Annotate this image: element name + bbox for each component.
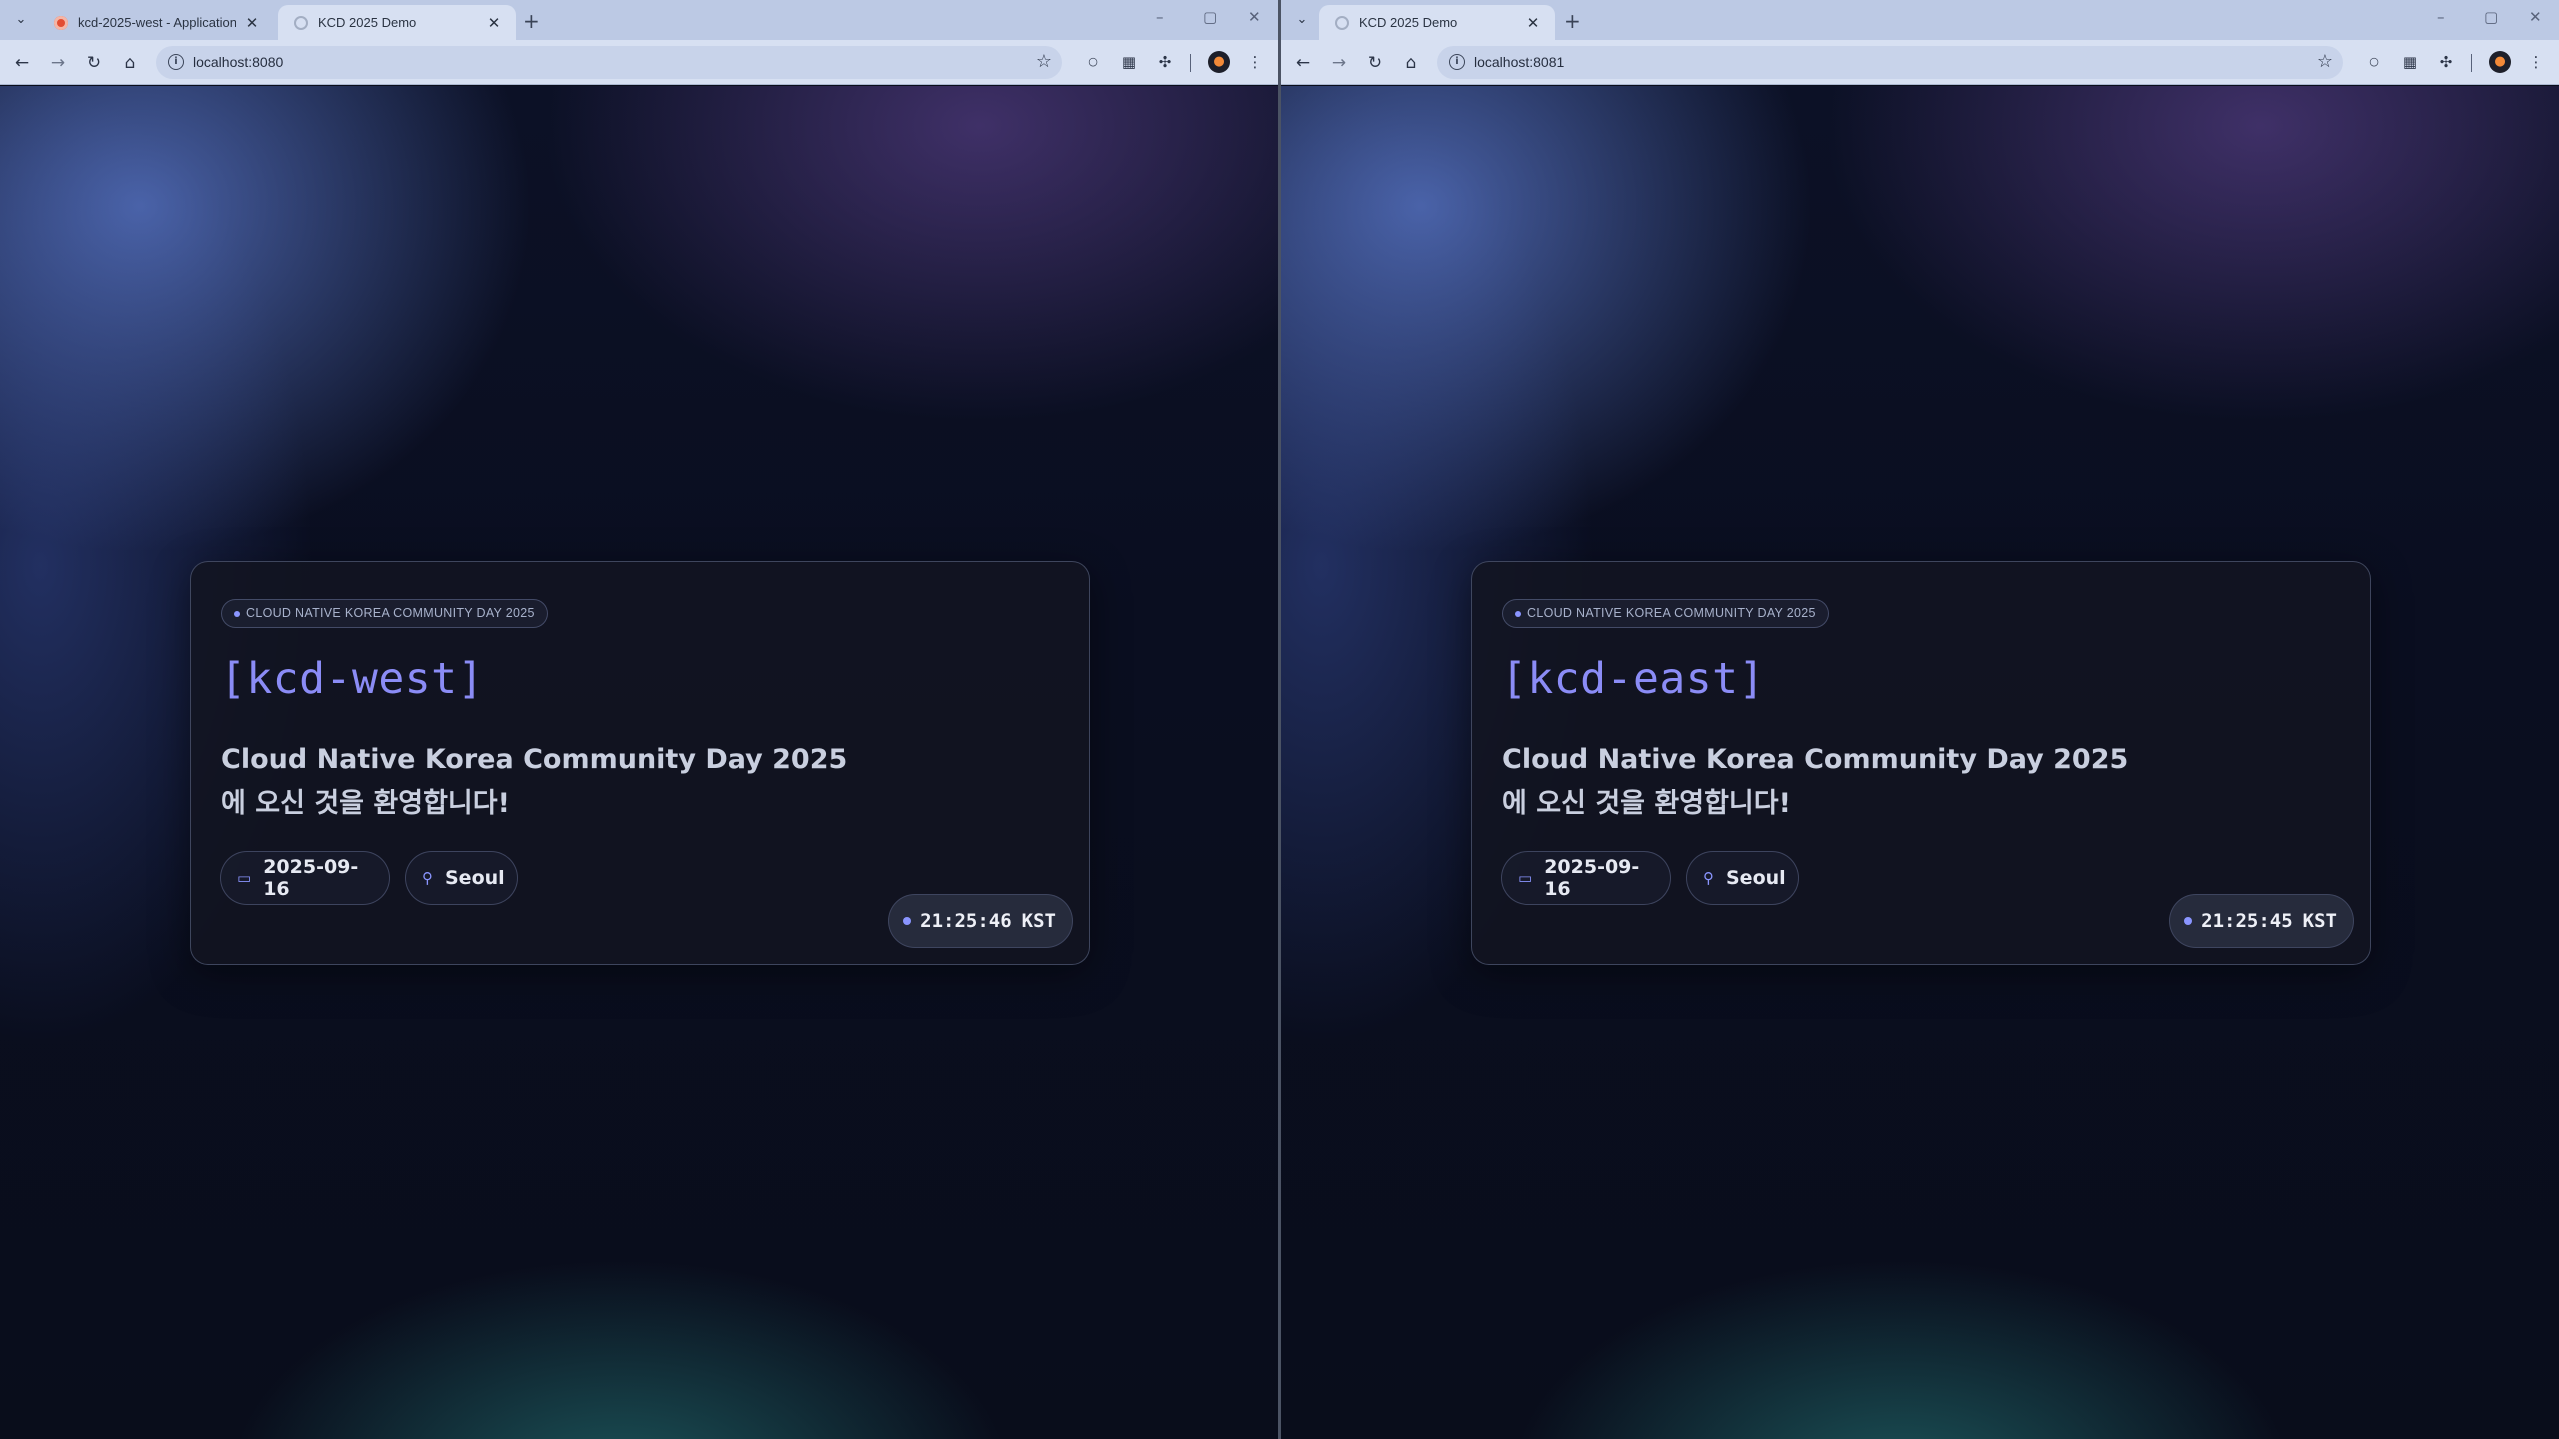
clock-status-dot: [2184, 917, 2193, 925]
profile-avatar-icon[interactable]: ●: [2489, 51, 2511, 73]
calendar-icon: ▭: [237, 869, 252, 887]
new-tab-button[interactable]: +: [523, 9, 540, 33]
date-pill: ▭ 2025-09-16: [1501, 851, 1671, 905]
extensions-puzzle-icon[interactable]: ✣: [2435, 51, 2457, 73]
menu-icon[interactable]: ⋮: [1244, 51, 1266, 73]
close-tab-icon[interactable]: ✕: [486, 14, 502, 32]
url-text: localhost:8080: [193, 54, 284, 70]
close-window-icon[interactable]: ✕: [2529, 8, 2542, 26]
event-badge: CLOUD NATIVE KOREA COMMUNITY DAY 2025: [221, 599, 548, 628]
badge-label: CLOUD NATIVE KOREA COMMUNITY DAY 2025: [1527, 606, 1816, 620]
welcome-message: Cloud Native Korea Community Day 2025 에 …: [221, 738, 981, 826]
tab-strip: ⌄ kcd-2025-west - Application D ✕ KCD 20…: [0, 0, 1278, 40]
bookmark-star-icon[interactable]: ☆: [2317, 51, 2333, 72]
page-viewport: CLOUD NATIVE KOREA COMMUNITY DAY 2025 [k…: [1281, 86, 2559, 1439]
tab-kcd-demo[interactable]: KCD 2025 Demo ✕: [278, 5, 516, 40]
toolbar: ← → ↻ ⌂ i localhost:8080 ☆ ○ ▦ ✣ ● ⋮: [0, 40, 1278, 85]
event-location: Seoul: [445, 867, 505, 889]
forward-icon[interactable]: →: [1327, 51, 1351, 75]
location-pill: ⚲ Seoul: [405, 851, 518, 905]
globe-icon: [294, 15, 308, 30]
reload-icon[interactable]: ↻: [1363, 51, 1387, 75]
clock-widget: 21:25:46 KST: [888, 894, 1073, 948]
url-text: localhost:8081: [1474, 54, 1565, 70]
welcome-card: CLOUD NATIVE KOREA COMMUNITY DAY 2025 [k…: [1471, 561, 2371, 965]
date-pill: ▭ 2025-09-16: [220, 851, 390, 905]
tab-search-icon[interactable]: ⌄: [1291, 10, 1313, 30]
welcome-message: Cloud Native Korea Community Day 2025 에 …: [1502, 738, 2262, 826]
extensions-puzzle-icon[interactable]: ✣: [1154, 51, 1176, 73]
close-tab-icon[interactable]: ✕: [1525, 14, 1541, 32]
tab-title: KCD 2025 Demo: [1359, 15, 1458, 30]
toolbar: ← → ↻ ⌂ i localhost:8081 ☆ ○ ▦ ✣ ● ⋮: [1281, 40, 2559, 85]
event-location: Seoul: [1726, 867, 1786, 889]
event-date: 2025-09-16: [263, 856, 359, 900]
extension-grid-icon[interactable]: ▦: [1118, 51, 1140, 73]
toolbar-divider: [1190, 54, 1191, 72]
event-badge: CLOUD NATIVE KOREA COMMUNITY DAY 2025: [1502, 599, 1829, 628]
profile-avatar-icon[interactable]: ●: [1208, 51, 1230, 73]
extension-circle-icon[interactable]: ○: [1082, 51, 1104, 73]
bookmark-star-icon[interactable]: ☆: [1036, 51, 1052, 72]
toolbar-divider: [2471, 54, 2472, 72]
home-icon[interactable]: ⌂: [1399, 51, 1423, 75]
forward-icon[interactable]: →: [46, 51, 70, 75]
close-window-icon[interactable]: ✕: [1248, 8, 1261, 26]
extension-circle-icon[interactable]: ○: [2363, 51, 2385, 73]
page-viewport: CLOUD NATIVE KOREA COMMUNITY DAY 2025 [k…: [0, 86, 1278, 1439]
clock-widget: 21:25:45 KST: [2169, 894, 2354, 948]
extension-grid-icon[interactable]: ▦: [2399, 51, 2421, 73]
maximize-icon[interactable]: ▢: [2484, 8, 2498, 26]
welcome-line-1: Cloud Native Korea Community Day 2025: [221, 744, 848, 775]
minimize-icon[interactable]: –: [2437, 8, 2445, 26]
site-info-icon[interactable]: i: [168, 54, 184, 70]
tab-title: KCD 2025 Demo: [318, 15, 417, 30]
new-tab-button[interactable]: +: [1564, 9, 1581, 33]
home-icon[interactable]: ⌂: [118, 51, 142, 75]
close-tab-icon[interactable]: ✕: [244, 14, 260, 32]
tab-kcd-demo[interactable]: KCD 2025 Demo ✕: [1319, 5, 1555, 40]
clock-timezone: KST: [2302, 910, 2337, 932]
clock-status-dot: [903, 917, 912, 925]
location-pill: ⚲ Seoul: [1686, 851, 1799, 905]
welcome-line-2: 에 오신 것을 환영합니다!: [221, 788, 510, 819]
menu-icon[interactable]: ⋮: [2525, 51, 2547, 73]
badge-dot: [234, 611, 240, 617]
minimize-icon[interactable]: –: [1156, 8, 1164, 26]
maximize-icon[interactable]: ▢: [1203, 8, 1217, 26]
tab-strip: ⌄ KCD 2025 Demo ✕ + – ▢ ✕: [1281, 0, 2559, 40]
badge-label: CLOUD NATIVE KOREA COMMUNITY DAY 2025: [246, 606, 535, 620]
welcome-line-2: 에 오신 것을 환영합니다!: [1502, 788, 1791, 819]
tab-application[interactable]: kcd-2025-west - Application D ✕: [38, 5, 274, 40]
address-bar[interactable]: i localhost:8081 ☆: [1437, 46, 2343, 79]
back-icon[interactable]: ←: [10, 51, 34, 75]
welcome-card: CLOUD NATIVE KOREA COMMUNITY DAY 2025 [k…: [190, 561, 1090, 965]
location-pin-icon: ⚲: [1703, 869, 1714, 887]
address-bar[interactable]: i localhost:8080 ☆: [156, 46, 1062, 79]
browser-window-west: ⌄ kcd-2025-west - Application D ✕ KCD 20…: [0, 0, 1278, 1439]
back-icon[interactable]: ←: [1291, 51, 1315, 75]
calendar-icon: ▭: [1518, 869, 1533, 887]
clock-time: 21:25:45: [2201, 910, 2293, 932]
node-label: [kcd-east]: [1501, 654, 1765, 704]
event-date: 2025-09-16: [1544, 856, 1640, 900]
location-pin-icon: ⚲: [422, 869, 433, 887]
node-label: [kcd-west]: [220, 654, 484, 704]
tab-title: kcd-2025-west - Application D: [78, 15, 236, 30]
clock-time: 21:25:46: [920, 910, 1012, 932]
reload-icon[interactable]: ↻: [82, 51, 106, 75]
tab-search-icon[interactable]: ⌄: [10, 10, 32, 30]
site-info-icon[interactable]: i: [1449, 54, 1465, 70]
globe-icon: [1335, 15, 1349, 30]
clock-timezone: KST: [1021, 910, 1056, 932]
welcome-line-1: Cloud Native Korea Community Day 2025: [1502, 744, 2129, 775]
badge-dot: [1515, 611, 1521, 617]
github-icon: [54, 15, 68, 30]
browser-window-east: ⌄ KCD 2025 Demo ✕ + – ▢ ✕ ← → ↻ ⌂ i loca…: [1281, 0, 2559, 1439]
